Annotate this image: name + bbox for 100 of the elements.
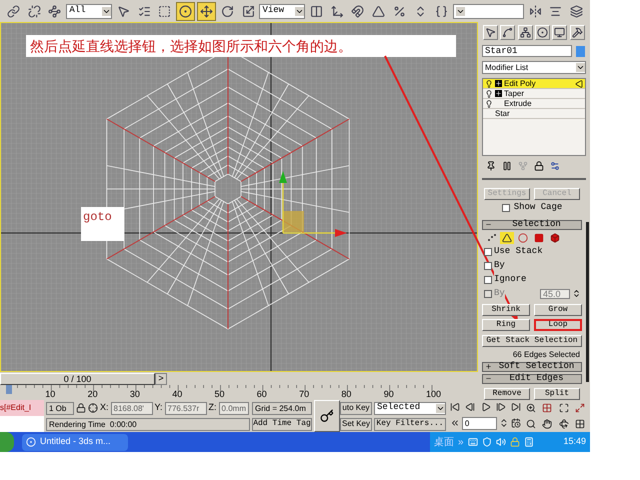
dropdown[interactable]: View (259, 4, 305, 18)
auto-key-button[interactable]: uto Key (340, 402, 372, 414)
selection-count[interactable]: 1 Ob (46, 402, 74, 415)
step-forward-icon[interactable] (496, 402, 506, 412)
key-button[interactable] (314, 400, 340, 432)
frame-marker[interactable] (6, 385, 12, 394)
lock-icon[interactable] (534, 161, 544, 172)
shield-icon[interactable] (482, 437, 492, 447)
bulb-icon[interactable] (485, 80, 493, 88)
y-field[interactable]: 776.537r (164, 402, 207, 415)
panel-button[interactable]: Ring (482, 318, 530, 331)
expand-icon[interactable] (495, 90, 502, 98)
hand-icon[interactable] (542, 419, 552, 429)
key-filters-button[interactable]: Key Filters... (374, 418, 446, 430)
object-name-field[interactable]: Star01 (482, 45, 572, 58)
settings-icon[interactable] (550, 161, 560, 172)
spinner-icon[interactable] (499, 418, 510, 428)
modifier-label: Extrude (504, 100, 533, 108)
layers-icon (570, 4, 584, 18)
move-icon (200, 4, 213, 18)
subobject-button[interactable] (532, 232, 546, 244)
frame-field[interactable]: 0 (462, 416, 498, 430)
scrollbar-thumb[interactable] (586, 222, 589, 382)
pointer-icon (116, 4, 130, 18)
panel-button[interactable]: Remove (484, 388, 530, 400)
taskbar-task[interactable]: Untitled - 3ds m... (22, 434, 128, 450)
toolbar-button[interactable] (197, 2, 216, 20)
modifier-list-dropdown[interactable]: Modifier List (482, 61, 586, 74)
pin-icon[interactable] (486, 161, 496, 172)
dashed-square-icon (158, 4, 172, 18)
pause-icon[interactable] (502, 161, 512, 172)
zoom-icon[interactable] (526, 403, 536, 413)
search-icon[interactable] (526, 419, 536, 429)
expand-icon[interactable] (495, 80, 502, 88)
checkbox[interactable] (484, 262, 492, 270)
braces-icon (434, 4, 448, 18)
time-slider-thumb[interactable]: 0 / 100 (0, 372, 155, 384)
x-field[interactable]: 8168.08' (110, 402, 153, 415)
viewport[interactable]: 然后点延直线选择钮，选择如图所示和六个角的边。 goto (0, 22, 478, 372)
panel-button[interactable]: Shrink (482, 304, 530, 316)
calculator-icon[interactable] (524, 437, 534, 447)
modifier-item[interactable]: Taper (483, 89, 585, 100)
object-color-swatch[interactable] (576, 46, 585, 57)
frame-label: 90 (384, 390, 394, 399)
z-field[interactable]: 0.0mm (218, 402, 249, 415)
checkbox[interactable] (502, 204, 510, 212)
curve-icon (502, 27, 514, 38)
panel-tab[interactable] (518, 25, 533, 40)
rollout-header[interactable]: Edit Edges (482, 374, 582, 384)
panel-button[interactable]: Loop (534, 318, 582, 331)
frame-label: 20 (88, 390, 98, 399)
checkbox[interactable] (484, 248, 492, 256)
skip-forward-icon[interactable] (511, 402, 521, 412)
grid-icon[interactable] (542, 403, 552, 413)
modifier-item[interactable]: Star (483, 109, 585, 120)
dropdown[interactable]: All (66, 4, 112, 18)
bulb-icon[interactable] (485, 90, 493, 98)
orbit-icon[interactable] (558, 419, 569, 429)
checkbox[interactable] (484, 276, 492, 284)
add-time-tag-button[interactable]: Add Time Tag (252, 418, 312, 430)
maximize-icon[interactable] (558, 403, 569, 413)
crosshair-icon[interactable] (88, 403, 98, 414)
option-label: By (494, 287, 505, 301)
keyboard-icon[interactable] (468, 437, 478, 447)
modifier-item[interactable]: Edit Poly (483, 79, 585, 90)
chevrons-icon[interactable] (450, 418, 460, 428)
time-slider-next[interactable]: > (155, 372, 167, 384)
lock-icon[interactable] (76, 403, 86, 414)
panel-tab[interactable] (500, 25, 516, 40)
spinner-icon[interactable] (572, 289, 581, 298)
maxscript-field[interactable]: s[#Edit_I (0, 400, 44, 416)
panel-tab[interactable] (570, 25, 585, 40)
calendar-clock-icon[interactable] (511, 418, 521, 428)
play-icon[interactable] (480, 402, 490, 412)
panel-tab[interactable] (552, 25, 568, 40)
dropdown[interactable] (452, 4, 524, 18)
triangle-icon (502, 232, 512, 243)
grid-readout[interactable]: Grid = 254.0m (252, 402, 312, 414)
panel-tab[interactable] (483, 25, 498, 40)
skip-back-icon[interactable] (450, 402, 460, 412)
bulb-icon[interactable] (485, 100, 493, 108)
rollout-header[interactable]: Selection (482, 220, 582, 230)
grid-icon[interactable] (574, 419, 585, 429)
toolbar-button[interactable] (176, 2, 196, 20)
panel-tab[interactable] (535, 25, 550, 40)
transform-gizmo-drawing[interactable] (279, 171, 347, 237)
panel-button[interactable]: Get Stack Selection (482, 334, 582, 347)
speaker-icon[interactable] (496, 437, 506, 447)
clock: 15:49 (563, 435, 586, 448)
subobject-button[interactable] (548, 232, 562, 244)
panel-button[interactable]: Split (534, 388, 580, 400)
start-button[interactable] (0, 432, 14, 452)
set-key-button[interactable]: Set Key (340, 418, 372, 430)
subobject-button[interactable] (500, 232, 514, 244)
rollout-header[interactable]: Soft Selection (482, 362, 582, 372)
panel-button[interactable]: Grow (534, 304, 582, 316)
key-mode-dropdown[interactable]: Selected (374, 402, 446, 414)
modifier-item[interactable]: Extrude (483, 99, 585, 110)
chevron-icon (576, 63, 585, 72)
step-back-icon[interactable] (465, 402, 476, 412)
